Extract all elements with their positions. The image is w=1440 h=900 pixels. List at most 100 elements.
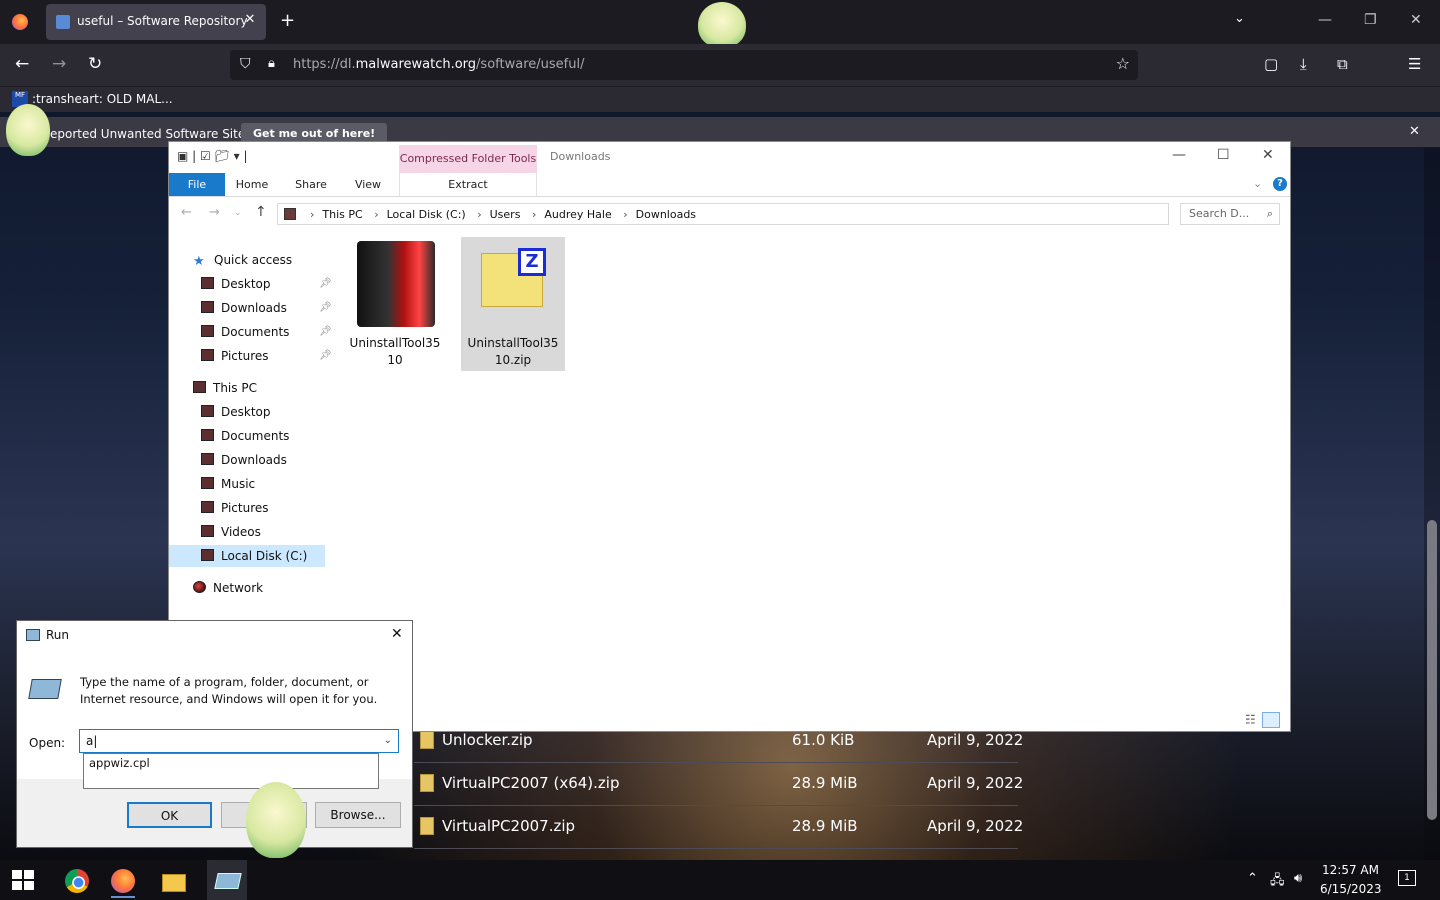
back-icon[interactable]: ← bbox=[181, 205, 192, 220]
sidebar-item-pc-documents[interactable]: Documents bbox=[201, 425, 289, 447]
expand-ribbon-icon[interactable]: ⌄ bbox=[1253, 177, 1262, 190]
application-icon bbox=[357, 241, 435, 327]
file-date: April 9, 2022 bbox=[927, 817, 1024, 835]
sidebar-item-pc-desktop[interactable]: Desktop bbox=[201, 401, 271, 423]
run-taskbar-icon[interactable] bbox=[207, 860, 247, 900]
file-name-link[interactable]: Unlocker.zip bbox=[442, 731, 533, 749]
downloads-icon bbox=[201, 453, 214, 465]
recent-locations-icon[interactable]: ⌄ bbox=[234, 208, 242, 218]
file-name-link[interactable]: VirtualPC2007 (x64).zip bbox=[442, 774, 619, 792]
breadcrumb-item[interactable]: Local Disk (C:) bbox=[387, 208, 466, 221]
sidebar-item-documents[interactable]: Documents 📌︎ bbox=[201, 321, 332, 343]
file-name-link[interactable]: VirtualPC2007.zip bbox=[442, 817, 575, 835]
run-icon bbox=[26, 629, 40, 641]
back-arrow-icon[interactable]: ← bbox=[15, 54, 29, 74]
maximize-icon[interactable]: ☐ bbox=[1217, 147, 1230, 163]
firefox-logo-icon[interactable] bbox=[12, 14, 28, 30]
bookmarks-toolbar: MF :transheart: OLD MAL... bbox=[0, 86, 1440, 112]
pictures-icon bbox=[201, 501, 214, 513]
breadcrumb-item[interactable]: Users bbox=[490, 208, 521, 221]
tab-extract[interactable]: Extract bbox=[399, 173, 537, 196]
pocket-icon[interactable]: ▢ bbox=[1264, 55, 1278, 73]
sidebar-item-desktop[interactable]: Desktop 📌︎ bbox=[201, 273, 332, 295]
breadcrumb-item[interactable]: Downloads bbox=[636, 208, 696, 221]
bookmark-star-icon[interactable]: ☆ bbox=[1116, 54, 1130, 73]
sidebar-item-pictures[interactable]: Pictures 📌︎ bbox=[201, 345, 332, 367]
sidebar-item-pc-pictures[interactable]: Pictures bbox=[201, 497, 269, 519]
search-input[interactable]: Search D... ⌕ bbox=[1180, 203, 1280, 225]
network-tray-icon[interactable]: 🖧︎ bbox=[1270, 871, 1285, 893]
forward-icon[interactable]: → bbox=[209, 205, 220, 220]
minimize-icon[interactable]: — bbox=[1318, 12, 1332, 28]
list-all-tabs-icon[interactable]: ⌄ bbox=[1234, 11, 1245, 26]
restore-icon[interactable]: ❐ bbox=[1364, 12, 1377, 28]
open-input[interactable]: a| ⌄ bbox=[79, 729, 399, 753]
clock-time[interactable]: 12:57 AM bbox=[1322, 863, 1379, 877]
compressed-folder-tools-tab[interactable]: Compressed Folder Tools bbox=[399, 145, 537, 173]
chevron-up-icon[interactable]: ⌃ bbox=[1247, 871, 1258, 886]
menu-icon[interactable]: ☰ bbox=[1408, 55, 1421, 73]
clock-date[interactable]: 6/15/2023 bbox=[1320, 882, 1382, 896]
tab-home[interactable]: Home bbox=[229, 173, 275, 196]
extensions-icon[interactable]: ⧉ bbox=[1337, 55, 1348, 73]
close-icon[interactable]: ✕ bbox=[391, 626, 403, 642]
ok-button[interactable]: OK bbox=[127, 802, 212, 828]
warning-close-icon[interactable]: ✕ bbox=[1409, 124, 1420, 139]
sidebar-item-network[interactable]: Network bbox=[193, 577, 263, 599]
breadcrumb-item[interactable]: This PC bbox=[322, 208, 362, 221]
close-icon[interactable]: ✕ bbox=[1262, 147, 1274, 163]
chevron-down-icon[interactable]: ⌄ bbox=[384, 730, 392, 752]
tab-share[interactable]: Share bbox=[287, 173, 335, 196]
page-scrollbar-thumb[interactable] bbox=[1427, 520, 1437, 820]
details-view-icon[interactable]: ☷ bbox=[1245, 713, 1256, 727]
run-large-icon bbox=[28, 679, 62, 699]
address-row: ← → ⌄ ↑ › This PC › Local Disk (C:) › Users… bbox=[169, 198, 1290, 228]
file-explorer-icon[interactable] bbox=[158, 866, 188, 896]
new-tab-button[interactable]: + bbox=[280, 10, 295, 32]
reload-icon[interactable]: ↻ bbox=[88, 54, 102, 74]
lock-icon[interactable]: 🔒︎ bbox=[268, 56, 275, 71]
windows-start-icon[interactable] bbox=[12, 870, 34, 890]
tab-file[interactable]: File bbox=[169, 173, 225, 196]
help-icon[interactable]: ? bbox=[1273, 177, 1287, 191]
notification-icon[interactable]: 1 bbox=[1398, 870, 1416, 886]
autocomplete-item[interactable]: appwiz.cpl bbox=[89, 756, 150, 770]
browse-button[interactable]: Browse... bbox=[315, 802, 401, 828]
table-row[interactable]: VirtualPC2007.zip 28.9 MiB April 9, 2022 bbox=[414, 806, 1023, 849]
sidebar-item-videos[interactable]: Videos bbox=[201, 521, 261, 543]
up-arrow-icon[interactable]: ↑ bbox=[255, 204, 267, 220]
chrome-icon[interactable] bbox=[65, 869, 89, 893]
file-item-exe[interactable]: UninstallTool35 10 bbox=[343, 237, 447, 371]
sidebar-item-this-pc[interactable]: This PC bbox=[193, 377, 257, 399]
sidebar-item-music[interactable]: Music bbox=[201, 473, 255, 495]
documents-icon bbox=[201, 429, 214, 441]
page-scrollbar[interactable] bbox=[1424, 148, 1440, 860]
table-row[interactable]: VirtualPC2007 (x64).zip 28.9 MiB April 9… bbox=[414, 763, 1023, 806]
url-text[interactable]: https://dl.malwarewatch.org/software/use… bbox=[293, 57, 584, 72]
pin-icon: 📌︎ bbox=[319, 278, 332, 289]
downloads-icon[interactable]: ⤓ bbox=[1300, 55, 1307, 73]
url-bar[interactable]: ⛉ 🔒︎ https://dl.malwarewatch.org/softwar… bbox=[230, 50, 1138, 80]
large-icons-view-icon[interactable] bbox=[1261, 712, 1280, 728]
address-bar[interactable]: › This PC › Local Disk (C:) › Users › Audrey… bbox=[277, 203, 1169, 225]
quick-access-toolbar[interactable]: ▣ | ☑ 📁︎ ▾ | bbox=[177, 149, 248, 163]
dialog-title: Run bbox=[46, 628, 70, 642]
browser-tab[interactable]: useful – Software Repository ✕ bbox=[46, 4, 266, 40]
open-label: Open: bbox=[29, 736, 66, 750]
breadcrumb: › This PC › Local Disk (C:) › Users › Audrey… bbox=[310, 208, 697, 221]
sidebar-item-local-disk[interactable]: Local Disk (C:) bbox=[169, 545, 325, 567]
volume-icon[interactable]: 🔊︎ bbox=[1294, 871, 1302, 886]
sidebar-item-downloads[interactable]: Downloads 📌︎ bbox=[201, 297, 332, 319]
tab-view[interactable]: View bbox=[345, 173, 391, 196]
forward-arrow-icon[interactable]: → bbox=[52, 54, 66, 74]
bookmark-item[interactable]: :transheart: OLD MAL... bbox=[32, 92, 173, 106]
close-window-icon[interactable]: ✕ bbox=[1410, 12, 1422, 28]
tab-close-icon[interactable]: ✕ bbox=[242, 12, 258, 27]
file-item-zip[interactable]: Z UninstallTool35 10.zip bbox=[461, 237, 565, 371]
minimize-icon[interactable]: — bbox=[1172, 147, 1186, 163]
breadcrumb-item[interactable]: Audrey Hale bbox=[544, 208, 611, 221]
sidebar-item-quick-access[interactable]: ★ Quick access bbox=[193, 249, 292, 271]
tracking-shield-icon[interactable]: ⛉ bbox=[240, 56, 251, 72]
firefox-icon[interactable] bbox=[111, 869, 135, 898]
sidebar-item-pc-downloads[interactable]: Downloads bbox=[201, 449, 287, 471]
